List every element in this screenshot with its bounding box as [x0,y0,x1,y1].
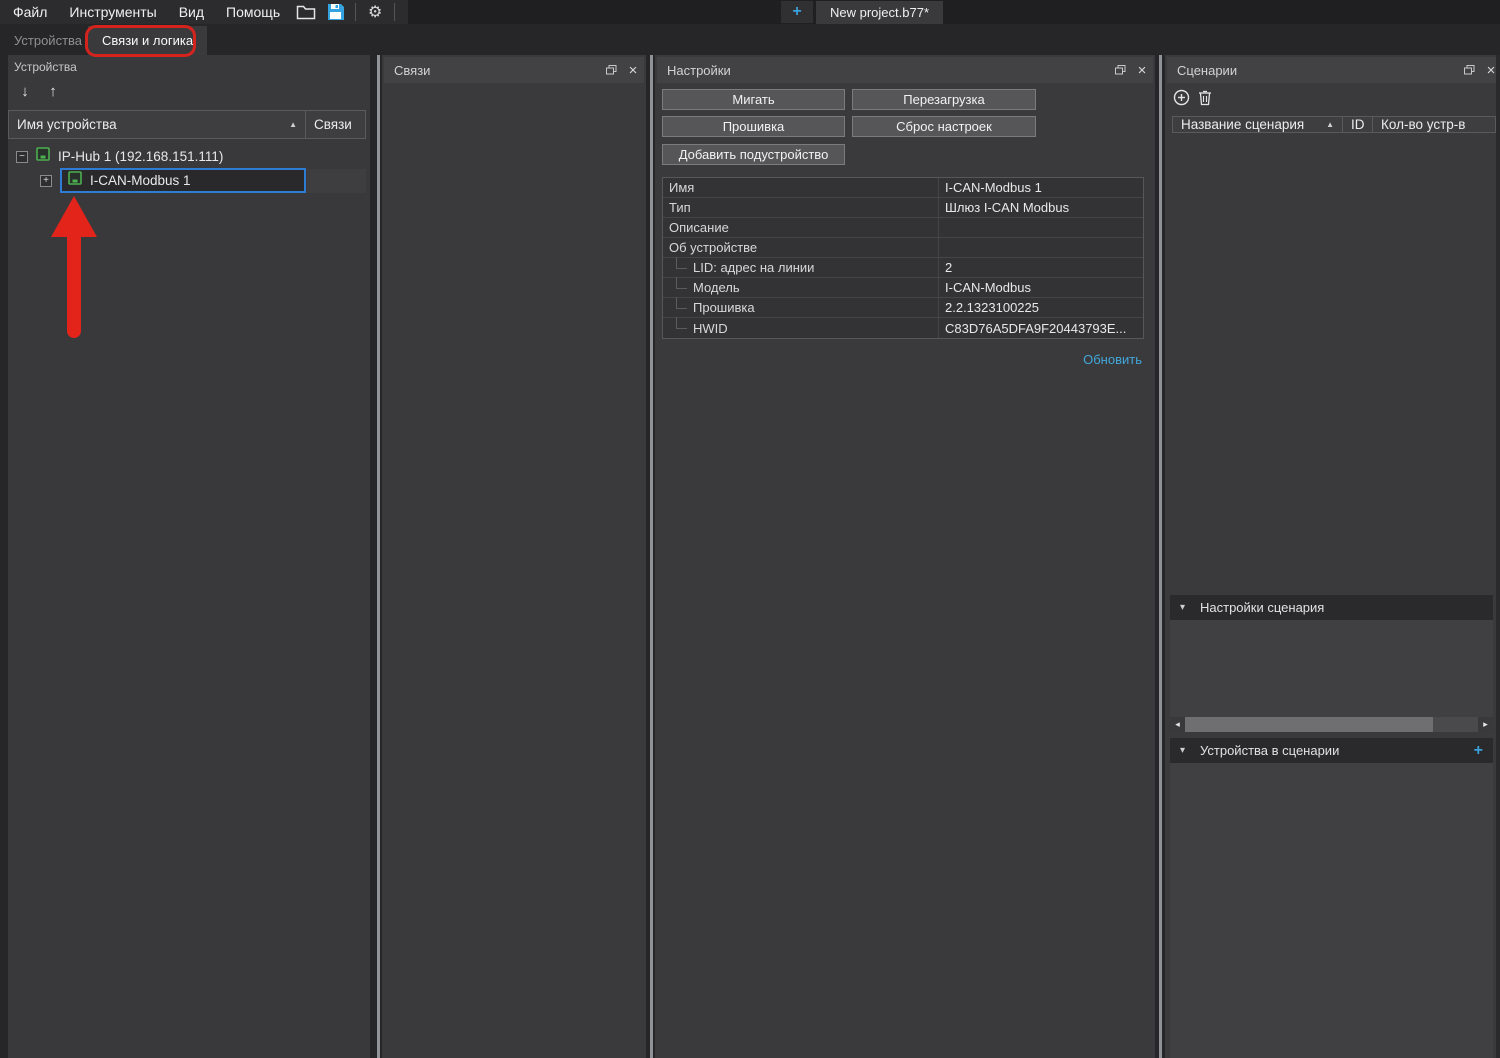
menu-file[interactable]: Файл [2,2,58,22]
scenarios-table-header: Название сценария ▲ ID Кол-во устр-в [1172,116,1496,133]
property-row-lid: LID: адрес на линии 2 [663,258,1143,278]
settings-panel: Настройки × Мигать Перезагрузка Прошивка… [655,55,1155,1058]
selected-tree-item[interactable]: I-CAN-Modbus 1 [60,168,306,193]
scenario-devices-body [1170,763,1493,1058]
reset-settings-button[interactable]: Сброс настроек [852,116,1036,137]
scenarios-panel-title: Сценарии [1167,63,1237,78]
links-panel-title: Связи [384,63,430,78]
menu-help[interactable]: Помощь [215,2,291,22]
chevron-down-icon: ▾ [1170,602,1200,613]
float-window-icon[interactable] [1109,59,1131,81]
refresh-link[interactable]: Обновить [1083,352,1142,367]
window-edge [1496,55,1500,1058]
links-panel: Связи × [382,55,646,1058]
devices-toolbar: ↓ ↑ [16,83,62,100]
reboot-button[interactable]: Перезагрузка [852,89,1036,110]
sort-asc-icon: ▲ [1326,120,1334,129]
menu-separator [355,3,356,21]
scenarios-panel: Сценарии × Название сценария ▲ ID [1165,55,1496,1058]
settings-panel-header: Настройки × [657,57,1153,83]
horizontal-scrollbar: ◂ ▸ [1170,717,1493,732]
scenarios-toolbar [1173,89,1212,111]
project-tab[interactable]: New project.b77* [816,1,943,24]
links-panel-header: Связи × [384,57,644,83]
property-row-firmware: Прошивка 2.2.1323100225 [663,298,1143,318]
open-folder-icon[interactable] [291,1,321,23]
column-header-device-name[interactable]: Имя устройства ▲ [8,110,306,139]
float-window-icon[interactable] [1458,59,1480,81]
column-header-device-count[interactable]: Кол-во устр-в [1373,116,1496,133]
delete-scenario-icon[interactable] [1198,89,1212,111]
property-row-description: Описание [663,218,1143,238]
panel-splitter[interactable] [1159,55,1162,1058]
scrollbar-track[interactable] [1433,717,1478,732]
menu-view[interactable]: Вид [168,2,215,22]
scenarios-panel-header: Сценарии × [1167,57,1496,83]
links-cell-highlight[interactable] [307,169,366,193]
tree-row-ip-hub[interactable]: − IP-Hub 1 (192.168.151.111) [8,145,366,169]
device-icon [36,147,50,166]
gear-icon[interactable]: ⚙ [360,1,390,23]
new-project-tab-button[interactable]: + [781,1,813,23]
move-down-icon[interactable]: ↓ [16,83,34,100]
device-icon [68,171,82,190]
close-icon[interactable]: × [622,59,644,81]
devices-table-header: Имя устройства ▲ Связи [8,110,366,139]
panel-splitter[interactable] [377,55,380,1058]
add-device-to-scenario-button[interactable]: + [1474,742,1493,760]
property-row-about-device: Об устройстве [663,238,1143,258]
settings-panel-title: Настройки [657,63,731,78]
blink-button[interactable]: Мигать [662,89,845,110]
application-window: Файл Инструменты Вид Помощь ⚙ + Ne [0,0,1500,1058]
sort-asc-icon: ▲ [289,120,297,129]
panel-splitter[interactable] [650,55,653,1058]
property-row-hwid: HWID C83D76A5DFA9F20443793E... [663,318,1143,338]
property-row-model: Модель I-CAN-Modbus [663,278,1143,298]
close-icon[interactable]: × [1131,59,1153,81]
scroll-left-button[interactable]: ◂ [1170,717,1185,732]
tree-item-label: IP-Hub 1 (192.168.151.111) [58,149,223,164]
firmware-button[interactable]: Прошивка [662,116,845,137]
chevron-down-icon: ▾ [1170,745,1200,756]
tab-links-logic[interactable]: Связи и логика [88,26,207,55]
view-tab-bar: Устройства Связи и логика [0,24,1500,55]
devices-panel: Устройства ↓ ↑ Имя устройства ▲ Связи − … [8,55,370,1058]
column-header-scenario-name[interactable]: Название сценария ▲ [1172,116,1343,133]
device-properties-table: Имя I-CAN-Modbus 1 Тип Шлюз I-CAN Modbus… [662,177,1144,339]
close-icon[interactable]: × [1480,59,1496,81]
scenario-devices-section-header[interactable]: ▾ Устройства в сценарии + [1170,738,1493,763]
menu-bar: Файл Инструменты Вид Помощь ⚙ + Ne [0,0,1500,24]
save-icon[interactable] [321,1,351,23]
float-window-icon[interactable] [600,59,622,81]
menu-separator [394,3,395,21]
devices-panel-title: Устройства [14,60,77,74]
tab-devices[interactable]: Устройства [0,26,96,55]
property-row-name: Имя I-CAN-Modbus 1 [663,178,1143,198]
scrollbar-thumb[interactable] [1185,717,1433,732]
scenario-settings-body [1170,620,1493,717]
scroll-right-button[interactable]: ▸ [1478,717,1493,732]
add-subdevice-button[interactable]: Добавить подустройство [662,144,845,165]
tab-strip [408,0,1500,24]
column-header-links[interactable]: Связи [306,110,366,139]
tree-row-i-can-modbus[interactable]: + I-CAN-Modbus 1 [8,168,366,194]
scenario-settings-title: Настройки сценария [1200,600,1324,615]
add-scenario-icon[interactable] [1173,89,1190,111]
scenario-devices-title: Устройства в сценарии [1200,743,1339,758]
menu-tools[interactable]: Инструменты [58,2,167,22]
expand-expander[interactable]: + [40,175,52,187]
scenario-settings-section-header[interactable]: ▾ Настройки сценария [1170,595,1493,620]
property-row-type: Тип Шлюз I-CAN Modbus [663,198,1143,218]
tree-item-label: I-CAN-Modbus 1 [90,173,191,188]
collapse-expander[interactable]: − [16,151,28,163]
move-up-icon[interactable]: ↑ [44,83,62,100]
column-header-scenario-id[interactable]: ID [1343,116,1373,133]
